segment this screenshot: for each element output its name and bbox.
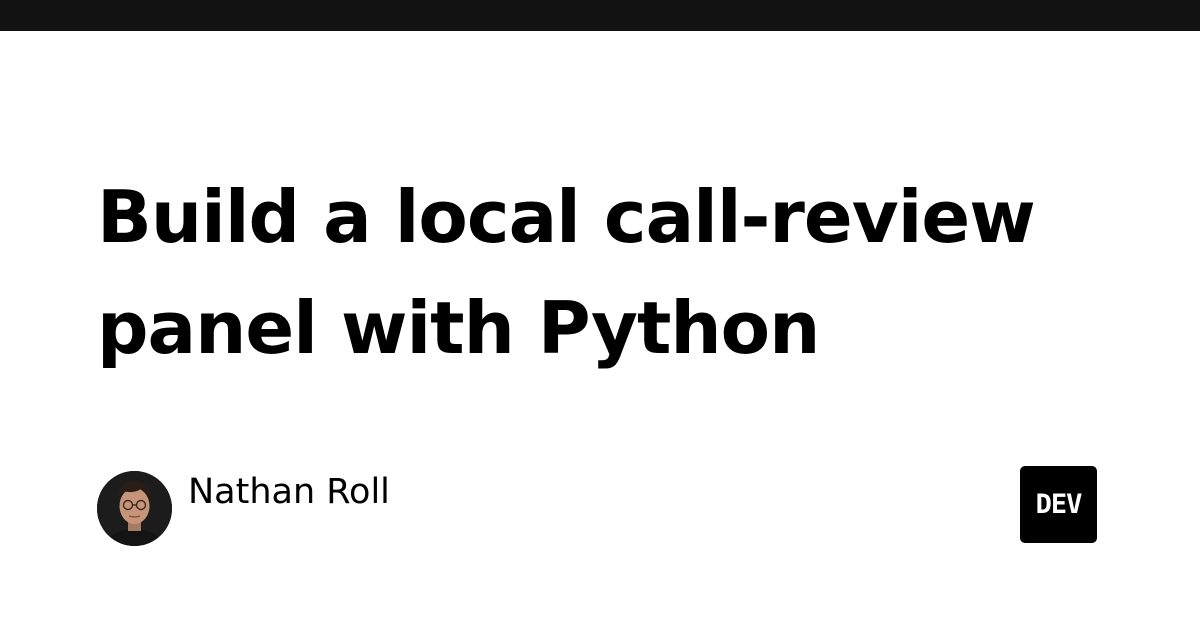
- avatar-photo: [97, 471, 172, 546]
- dev-logo[interactable]: DEV: [1020, 466, 1097, 543]
- author-block: Nathan Roll: [97, 471, 390, 546]
- author-name[interactable]: Nathan Roll: [188, 472, 390, 512]
- avatar: [97, 471, 172, 546]
- dev-logo-text: DEV: [1035, 489, 1083, 520]
- article-title: Build a local call-review panel with Pyt…: [97, 175, 1036, 370]
- top-bar: [0, 0, 1200, 31]
